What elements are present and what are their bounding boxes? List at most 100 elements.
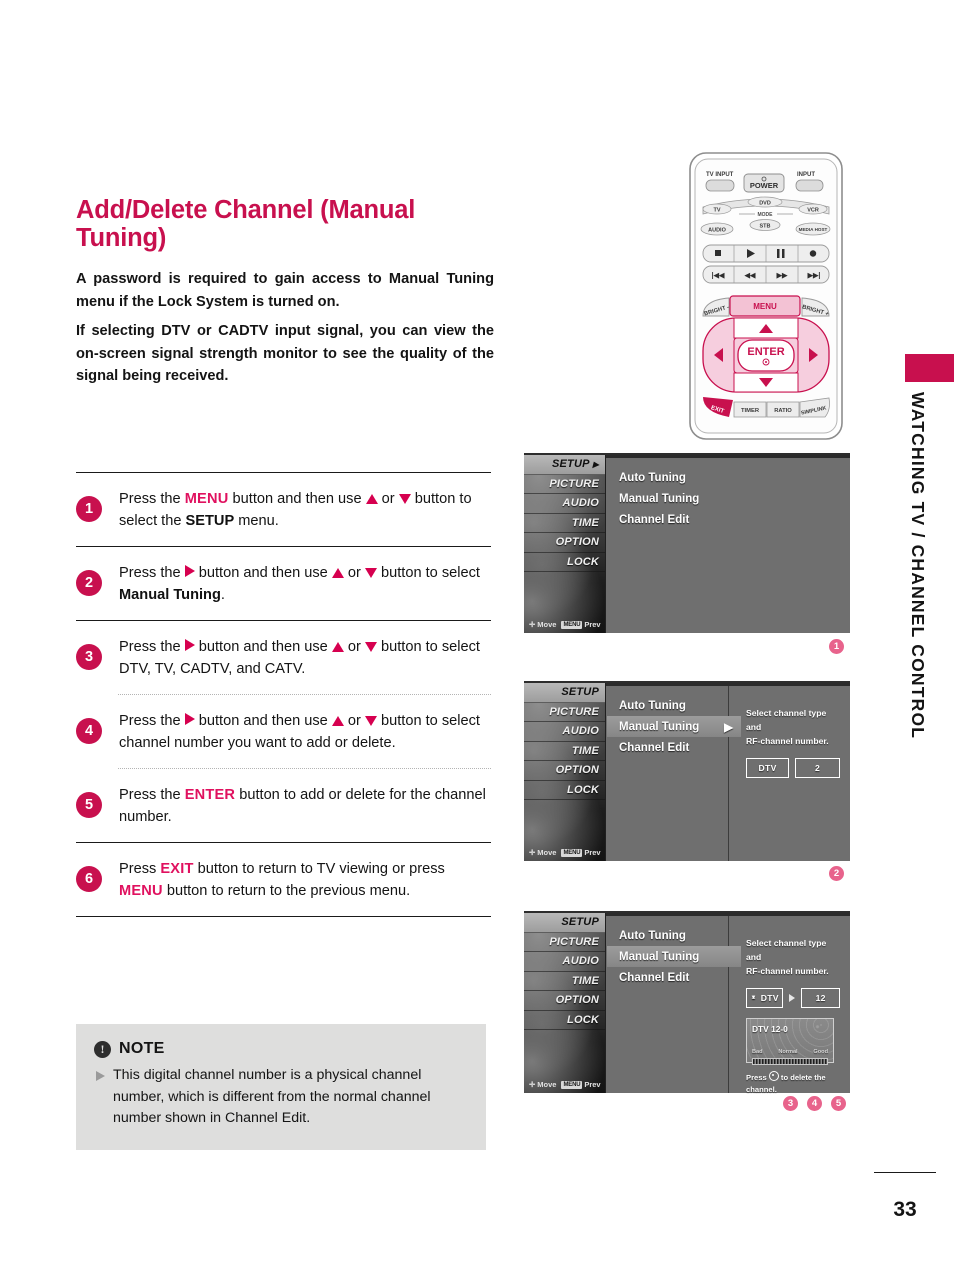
callout-marker-1: 1 [829, 639, 844, 654]
note-title: NOTE [119, 1040, 165, 1057]
osd-sidebar-item-picture[interactable]: PICTURE [524, 933, 605, 952]
step-text-6: Press EXIT button to return to TV viewin… [119, 857, 491, 903]
step-badge-6: 6 [76, 865, 102, 892]
up-arrow-icon [331, 641, 344, 652]
osd-option-auto-tuning[interactable]: Auto Tuning [619, 695, 728, 716]
step1-before: Press the [119, 491, 185, 507]
steps-list: 1 Press the MENU button and then use or … [76, 472, 491, 917]
osd-option-manual-tuning[interactable]: Manual Tuning [619, 488, 850, 509]
osd-sidebar-item-time[interactable]: TIME [524, 972, 605, 991]
svg-text:MODE: MODE [758, 212, 774, 218]
up-arrow-icon [365, 494, 378, 504]
osd-options-2: Auto Tuning Manual Tuning ▶ Channel Edit [607, 686, 741, 861]
step6-before: Press [119, 860, 161, 877]
footer-divider [874, 1172, 936, 1173]
osd-options-3: Auto Tuning Manual Tuning Channel Edit [607, 916, 741, 1093]
right-arrow-icon [184, 712, 195, 725]
callout-marker-3: 3 [783, 1096, 798, 1111]
step-text-2: Press the button and then use or button … [119, 561, 491, 607]
svg-text:MEDIA HOST: MEDIA HOST [799, 227, 828, 232]
callout-marker-5: 5 [831, 1096, 846, 1111]
channel-number-value[interactable]: 12 [801, 987, 840, 1008]
svg-text:STB: STB [760, 224, 771, 230]
osd-hint-line-1: Select channel type and [746, 708, 827, 733]
osd-move-hint: ✛ Move [529, 1080, 557, 1089]
channel-type-value: DTV [760, 992, 779, 1003]
osd-option-manual-tuning[interactable]: Manual Tuning [607, 946, 741, 967]
down-arrow-icon [364, 641, 377, 652]
step-text-3: Press the button and then use or button … [119, 635, 491, 681]
osd-sidebar-item-option[interactable]: OPTION [524, 533, 605, 553]
osd-sidebar-label: SETUP [551, 458, 590, 471]
osd-sidebar-label: LOCK [567, 783, 599, 796]
osd-sidebar-label: OPTION [555, 994, 599, 1007]
osd-sidebar-label: TIME [571, 974, 599, 987]
osd-option-channel-edit[interactable]: Channel Edit [619, 967, 728, 988]
channel-number-value[interactable]: 2 [795, 757, 840, 778]
osd-sidebar-item-audio[interactable]: AUDIO [524, 952, 605, 972]
osd-sidebar-item-setup[interactable]: SETUP [524, 683, 605, 703]
step1-mid2: or [377, 491, 399, 507]
osd-hint-line-1: Select channel type and [746, 938, 827, 963]
osd-sidebar-item-picture[interactable]: PICTURE [524, 475, 605, 494]
osd-option-channel-edit[interactable]: Channel Edit [619, 509, 850, 530]
note-item: This digital channel number is a physica… [94, 1065, 468, 1130]
step6-after: button to return to the previous menu. [162, 883, 411, 900]
osd-sidebar-item-time[interactable]: TIME [524, 514, 605, 533]
step-badge-2: 2 [76, 569, 102, 596]
step5-before: Press the [119, 786, 185, 803]
osd-panel-1: SETUP ▶ PICTURE AUDIO TIME OPTION LOCK ✛ M… [524, 453, 850, 633]
note-header: ! NOTE [94, 1040, 468, 1058]
channel-type-value[interactable]: DTV [746, 757, 790, 778]
osd-move-hint: ✛ Move [529, 620, 557, 629]
down-arrow-icon [398, 494, 411, 504]
osd-sidebar-item-lock[interactable]: LOCK [524, 553, 605, 572]
up-arrow-icon [331, 715, 344, 726]
osd-sidebar-item-setup[interactable]: SETUP [524, 913, 605, 933]
osd-sidebar-item-time[interactable]: TIME [524, 742, 605, 761]
page-number: 33 [893, 1198, 917, 1221]
note-box: ! NOTE This digital channel number is a … [76, 1024, 486, 1150]
section-tab-marker [905, 354, 954, 382]
step-3: 3 Press the button and then use or butto… [76, 621, 491, 694]
step-6: 6 Press EXIT button to return to TV view… [76, 843, 491, 916]
osd-sidebar-item-audio[interactable]: AUDIO [524, 722, 605, 742]
osd-sidebar-item-audio[interactable]: AUDIO [524, 494, 605, 514]
osd-sidebar-label: LOCK [567, 1013, 599, 1026]
osd-sidebar-item-lock[interactable]: LOCK [524, 1011, 605, 1030]
osd-screenshot-2: SETUP PICTURE AUDIO TIME OPTION LOCK ✛ Mo… [524, 681, 850, 861]
step-text-1: Press the MENU button and then use or bu… [119, 487, 491, 533]
step2-bold-manual-tuning: Manual Tuning [119, 587, 221, 604]
osd-sidebar-item-lock[interactable]: LOCK [524, 781, 605, 800]
osd-sidebar-item-picture[interactable]: PICTURE [524, 703, 605, 722]
svg-text:|◀◀: |◀◀ [712, 273, 725, 280]
osd-option-auto-tuning[interactable]: Auto Tuning [619, 467, 850, 488]
osd-sidebar-item-setup[interactable]: SETUP ▶ [524, 455, 605, 475]
channel-type-stepper[interactable]: ▲ ▼ DTV [746, 987, 784, 1008]
osd-value-row-3: ▲ ▼ DTV 12 [746, 987, 840, 1008]
step3-before: Press the [119, 638, 185, 655]
osd-panel-3: SETUP PICTURE AUDIO TIME OPTION LOCK ✛ Mo… [524, 911, 850, 1094]
osd-detail-2: Select channel type and RF-channel numbe… [734, 686, 850, 861]
manual-page: Add/Delete Channel (Manual Tuning) A pas… [0, 0, 954, 1272]
osd-sidebar-item-option[interactable]: OPTION [524, 991, 605, 1011]
osd-option-auto-tuning[interactable]: Auto Tuning [619, 925, 728, 946]
section-label: WATCHING TV / CHANNEL CONTROL [908, 392, 928, 740]
bullet-arrow-icon [96, 1071, 105, 1081]
osd-prev-hint: MENU Prev [561, 848, 601, 857]
osd-sidebar-label: SETUP [561, 686, 599, 699]
svg-text:▶▶: ▶▶ [776, 273, 788, 280]
svg-text:DVD: DVD [759, 201, 771, 207]
osd-option-channel-edit[interactable]: Channel Edit [619, 737, 728, 758]
step2-mid1: button and then use [194, 564, 332, 581]
right-arrow-icon [184, 564, 195, 577]
step6-keyword-menu: MENU [119, 883, 163, 900]
osd-screenshot-1: SETUP ▶ PICTURE AUDIO TIME OPTION LOCK ✛ M… [524, 453, 850, 633]
osd-option-manual-tuning[interactable]: Manual Tuning ▶ [607, 716, 741, 737]
osd-sidebar-label: TIME [571, 744, 599, 757]
osd-sidebar-item-option[interactable]: OPTION [524, 761, 605, 781]
step-2: 2 Press the button and then use or butto… [76, 547, 491, 620]
step5-keyword-enter: ENTER [184, 786, 236, 803]
step-1: 1 Press the MENU button and then use or … [76, 473, 491, 546]
osd-sidebar-3: SETUP PICTURE AUDIO TIME OPTION LOCK ✛ Mo… [524, 913, 606, 1093]
